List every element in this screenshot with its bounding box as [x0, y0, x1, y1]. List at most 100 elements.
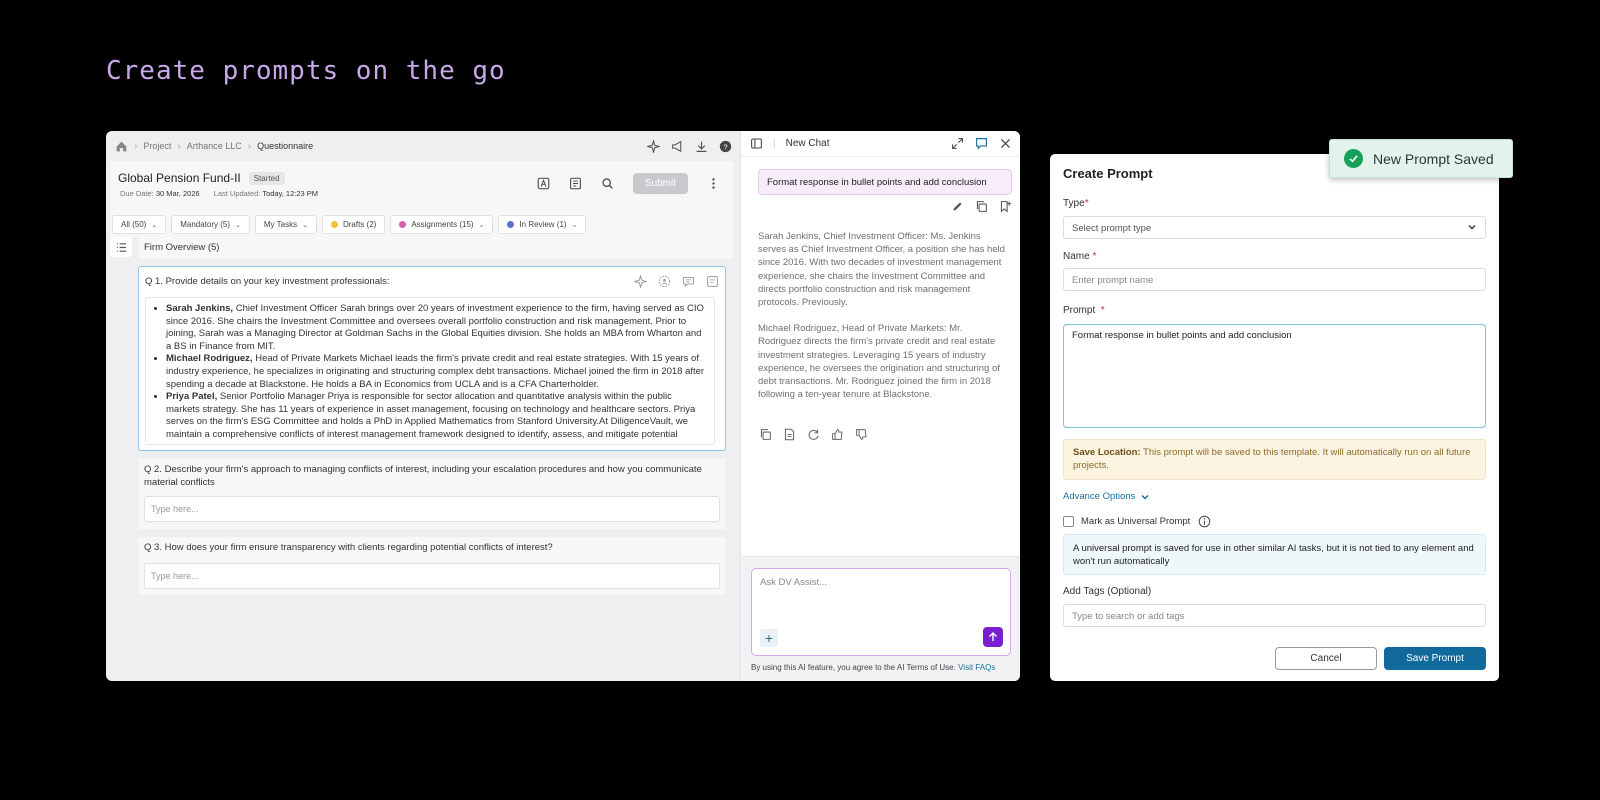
user-message-tools: [950, 199, 1012, 213]
prompt-textarea[interactable]: Format response in bullet points and add…: [1063, 324, 1486, 428]
chat-header: | New Chat: [741, 131, 1020, 157]
assign-icon[interactable]: [657, 274, 671, 288]
person-bio: Senior Portfolio Manager Priya is respon…: [166, 391, 696, 440]
chevron-down-icon: ⌄: [478, 221, 485, 229]
sparkle-icon[interactable]: [633, 274, 647, 288]
question-1-answer[interactable]: Sarah Jenkins, Chief Investment Officer …: [145, 297, 715, 445]
search-icon[interactable]: [601, 177, 615, 191]
megaphone-icon[interactable]: [670, 139, 684, 153]
filter-in-review[interactable]: In Review (1) ⌄: [498, 215, 587, 234]
chevron-down-icon: [1141, 494, 1149, 499]
submit-button[interactable]: Submit: [632, 173, 688, 194]
chevron-down-icon: ⌄: [571, 221, 578, 229]
question-card-3[interactable]: Q 3. How does your firm ensure transpare…: [138, 537, 726, 595]
question-3-input[interactable]: Type here...: [144, 563, 720, 589]
thumbs-down-icon[interactable]: [854, 427, 868, 441]
sparkle-icon[interactable]: [646, 139, 660, 153]
chat-composer-area: Ask DV Assist... + By using this AI feat…: [741, 556, 1020, 681]
insert-document-icon[interactable]: [782, 427, 796, 441]
name-label-text: Name: [1063, 251, 1090, 262]
chat-input[interactable]: Ask DV Assist... +: [751, 568, 1011, 656]
send-button[interactable]: [983, 627, 1003, 647]
document-list-icon[interactable]: [569, 177, 583, 191]
chat-title: New Chat: [785, 138, 830, 149]
chevron-right-icon: ›: [177, 140, 181, 152]
notes-icon[interactable]: [705, 274, 719, 288]
question-card-2[interactable]: Q 2. Describe your firm's approach to ma…: [138, 459, 726, 529]
header-divider: |: [773, 138, 776, 149]
top-tools: ?: [646, 139, 732, 153]
prompt-label: Prompt *: [1063, 305, 1105, 316]
chevron-down-icon: ⌄: [151, 221, 158, 229]
question-1-text: Q 1. Provide details on your key investm…: [145, 276, 390, 287]
last-updated-value: Today, 12:23 PM: [262, 189, 319, 198]
advance-options-label: Advance Options: [1063, 491, 1136, 502]
question-card-1[interactable]: Q 1. Provide details on your key investm…: [138, 266, 726, 451]
person-name: Priya Patel,: [166, 391, 218, 403]
breadcrumb: › Project › Arthance LLC › Questionnaire: [114, 139, 313, 153]
copy-icon[interactable]: [758, 427, 772, 441]
add-attachment-button[interactable]: +: [760, 629, 778, 647]
questionnaire-main: › Project › Arthance LLC › Questionnaire…: [106, 131, 740, 681]
download-icon[interactable]: [694, 139, 708, 153]
chat-history-icon[interactable]: [974, 137, 988, 151]
due-date: Due Date: 30 Mar, 2026: [120, 189, 200, 198]
name-label: Name *: [1063, 251, 1096, 262]
name-input[interactable]: Enter prompt name: [1063, 268, 1486, 291]
comment-icon[interactable]: [681, 274, 695, 288]
more-vertical-icon[interactable]: [706, 177, 720, 191]
filter-mandatory[interactable]: Mandatory (5) ⌄: [171, 215, 250, 234]
chevron-down-icon: ⌄: [302, 221, 308, 229]
questionnaire-window: › Project › Arthance LLC › Questionnaire…: [106, 131, 1020, 681]
due-date-value: 30 Mar, 2026: [155, 189, 200, 198]
chevron-right-icon: ›: [247, 140, 252, 152]
outline-toggle-button[interactable]: [110, 237, 132, 257]
save-prompt-button[interactable]: Save Prompt: [1384, 647, 1486, 670]
ai-format-icon[interactable]: [537, 177, 551, 191]
save-location-label: Save Location:: [1073, 447, 1141, 458]
answer-item: Priya Patel, Senior Portfolio Manager Pr…: [166, 391, 708, 441]
cancel-button[interactable]: Cancel: [1275, 647, 1377, 670]
faq-link[interactable]: Visit FAQs: [958, 663, 995, 672]
person-name: Sarah Jenkins,: [166, 303, 234, 314]
filter-all[interactable]: All (50) ⌄: [112, 215, 167, 234]
chevron-right-icon: ›: [134, 140, 138, 152]
fund-meta: Due Date: 30 Mar, 2026 Last Updated: Tod…: [120, 189, 318, 198]
advance-options-toggle[interactable]: Advance Options: [1063, 491, 1150, 502]
question-2-input[interactable]: Type here...: [144, 496, 720, 522]
close-icon[interactable]: [998, 137, 1012, 151]
regenerate-icon[interactable]: [806, 427, 820, 441]
answer-list: Sarah Jenkins, Chief Investment Officer …: [166, 303, 708, 442]
thumbs-up-icon[interactable]: [830, 427, 844, 441]
last-updated-label: Last Updated:: [213, 189, 261, 198]
filter-assignments[interactable]: Assignments (15) ⌄: [390, 215, 494, 234]
home-icon[interactable]: [114, 139, 128, 153]
type-select[interactable]: Select prompt type: [1063, 216, 1486, 239]
required-mark: *: [1084, 198, 1089, 209]
required-mark: *: [1100, 305, 1105, 316]
top-bar: › Project › Arthance LLC › Questionnaire…: [106, 131, 740, 161]
question-3-text: Q 3. How does your firm ensure transpare…: [144, 542, 553, 553]
filter-label: Mandatory (5): [180, 220, 231, 229]
universal-prompt-checkbox[interactable]: [1063, 515, 1074, 527]
edit-icon[interactable]: [950, 199, 964, 213]
chat-header-tools: [950, 137, 1012, 151]
expand-icon[interactable]: [950, 137, 964, 151]
tags-input[interactable]: Type to search or add tags: [1063, 604, 1486, 627]
breadcrumb-project[interactable]: Project: [143, 141, 171, 151]
copy-icon[interactable]: [974, 199, 988, 213]
check-icon: [1344, 149, 1363, 168]
filter-my-tasks[interactable]: My Tasks ⌄: [254, 215, 317, 234]
type-select-value: Select prompt type: [1072, 223, 1152, 234]
help-icon[interactable]: ?: [718, 139, 732, 153]
filter-drafts[interactable]: Drafts (2): [321, 215, 386, 234]
sidebar-toggle-icon[interactable]: [749, 137, 763, 151]
terms-text: By using this AI feature, you agree to t…: [751, 663, 956, 672]
universal-prompt-info: A universal prompt is saved for use in o…: [1063, 534, 1486, 575]
success-toast: New Prompt Saved: [1329, 139, 1513, 178]
assignments-dot-icon: [399, 221, 407, 228]
user-message: Format response in bullet points and add…: [758, 169, 1012, 195]
info-icon[interactable]: [1197, 514, 1211, 528]
save-prompt-icon[interactable]: [998, 199, 1012, 213]
breadcrumb-company[interactable]: Arthance LLC: [187, 141, 242, 151]
